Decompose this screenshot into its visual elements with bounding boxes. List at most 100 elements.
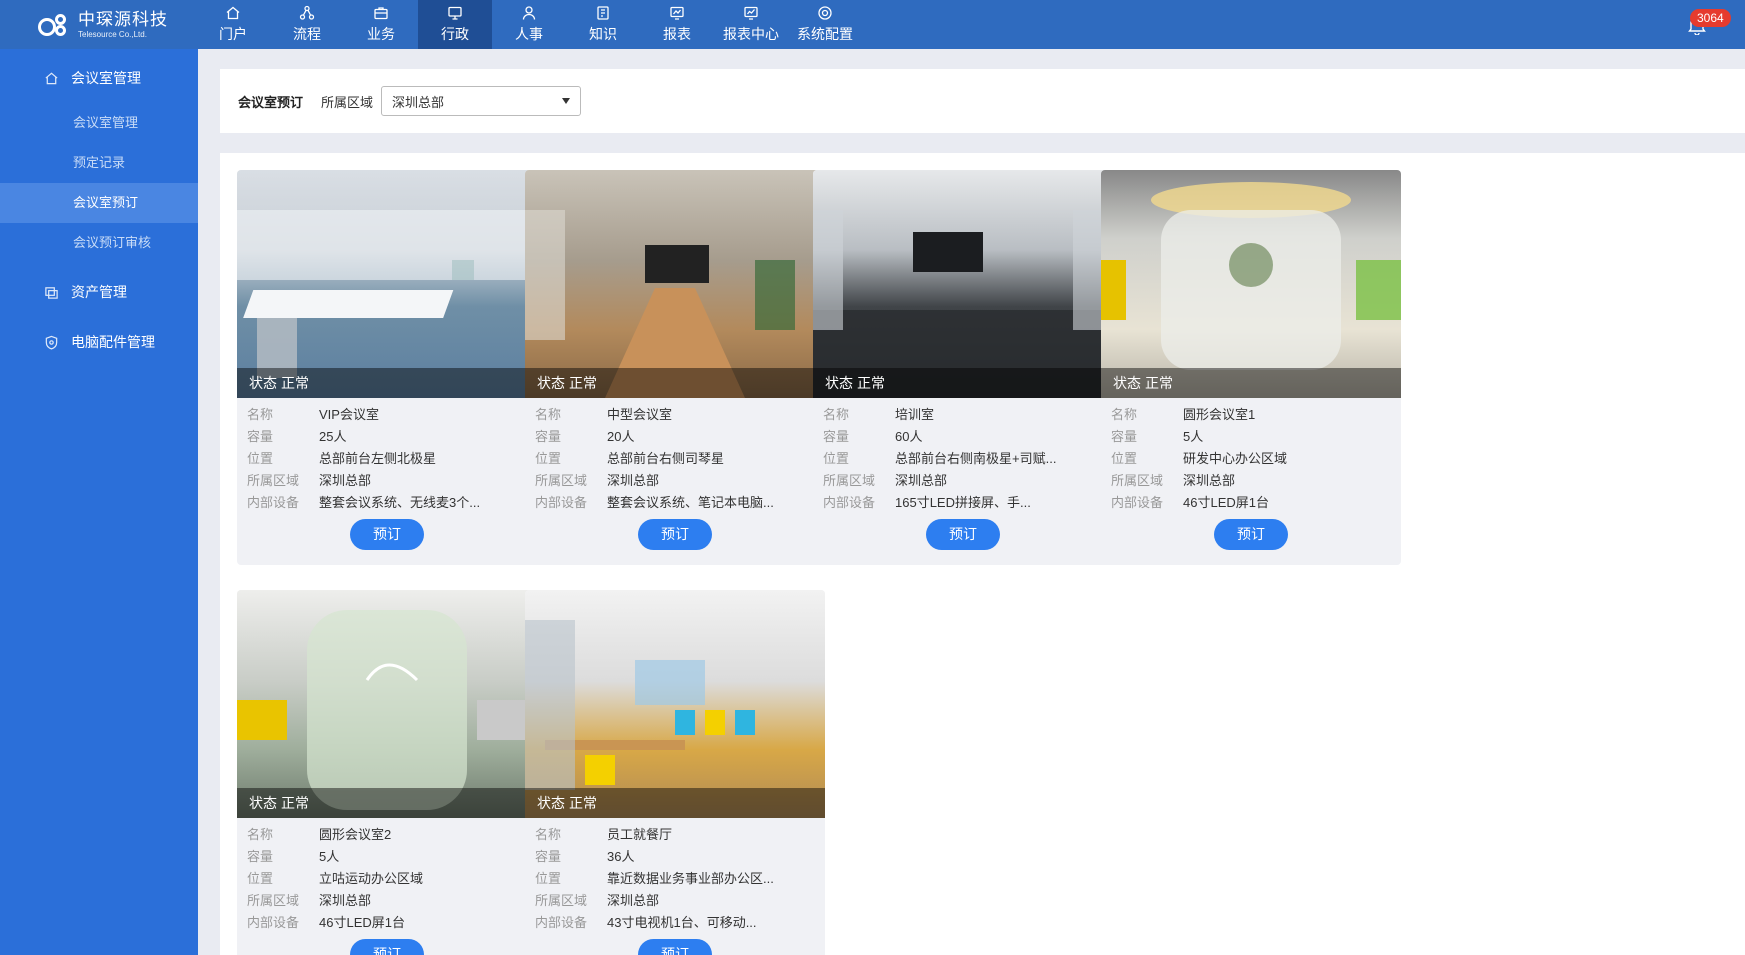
nav-label: 系统配置 [797,26,853,42]
nav-label: 报表中心 [723,26,779,42]
field-label: 内部设备 [1111,495,1164,510]
room-region: 深圳总部 [319,893,372,908]
room-photo[interactable]: 状态 正常 [525,590,825,818]
field-label: 容量 [1111,429,1138,444]
nav-item-report[interactable]: 报表 [640,0,714,49]
room-region: 深圳总部 [1183,473,1236,488]
field-label: 容量 [535,429,562,444]
report-icon [669,5,685,21]
sidebar-item-booking-review[interactable]: 会议预订审核 [0,223,198,263]
book-button[interactable]: 预订 [1214,519,1288,550]
room-location: 立咕运动办公区域 [319,871,424,886]
field-label: 内部设备 [535,495,588,510]
brand-name: 中琛源科技 [78,9,168,29]
workflow-icon [299,5,315,21]
room-card-grid: 状态 正常 名称 VIP会议室 容量 25人 位置 总部前台左侧北极星 所属区域 深圳总部… [220,153,1745,955]
region-select[interactable]: 深圳总部 [381,86,582,116]
nav-item-system-config[interactable]: 系统配置 [788,0,862,49]
room-region: 深圳总部 [319,473,372,488]
nav-item-admin[interactable]: 行政 [418,0,492,49]
nav-item-hr[interactable]: 人事 [492,0,566,49]
room-card: 状态 正常 名称 员工就餐厅 容量 36人 位置 靠近数据业务事业部办公区... 所属区… [525,590,825,955]
field-label: 名称 [247,407,274,422]
room-name: 圆形会议室2 [319,827,392,842]
room-photo[interactable]: 状态 正常 [813,170,1113,398]
field-label: 所属区域 [823,473,876,488]
nav-label: 知识 [589,26,617,42]
book-button[interactable]: 预订 [350,939,424,955]
sidebar-group-pc-parts[interactable]: 电脑配件管理 [0,317,198,367]
sidebar-group-label: 电脑配件管理 [71,334,155,350]
room-capacity: 36人 [607,849,635,864]
shield-icon [45,335,58,350]
room-capacity: 25人 [319,429,347,444]
room-photo[interactable]: 状态 正常 [525,170,825,398]
room-equipment: 46寸LED屏1台 [1183,495,1269,510]
logo-mark-icon [38,12,74,38]
room-status: 状态 正常 [813,368,1113,398]
book-button[interactable]: 预订 [926,519,1000,550]
book-button[interactable]: 预订 [638,519,712,550]
room-name: 员工就餐厅 [607,827,673,842]
chart-icon [743,5,759,21]
field-label: 名称 [247,827,274,842]
nav-item-report-center[interactable]: 报表中心 [714,0,788,49]
nav-label: 行政 [441,26,469,42]
field-label: 所属区域 [535,893,588,908]
sidebar-group-meeting-room[interactable]: 会议室管理 [0,53,198,103]
home-icon [225,5,241,21]
nav-item-business[interactable]: 业务 [344,0,418,49]
room-location: 总部前台左侧北极星 [319,451,437,466]
top-navbar: 中琛源科技 Telesource Co.,Ltd. 门户 流程 业务 行政 人事… [0,0,1745,49]
page-title: 会议室预订 [238,94,304,110]
field-label: 名称 [823,407,850,422]
room-card: 状态 正常 名称 VIP会议室 容量 25人 位置 总部前台左侧北极星 所属区域 深圳总部… [237,170,537,565]
asset-icon [45,286,58,299]
room-photo[interactable]: 状态 正常 [237,170,537,398]
home-icon [45,72,58,84]
brand-english: Telesource Co.,Ltd. [78,29,147,39]
region-select-value: 深圳总部 [392,94,445,110]
nav-item-knowledge[interactable]: 知识 [566,0,640,49]
field-label: 位置 [535,451,562,466]
field-label: 容量 [247,849,274,864]
room-card: 状态 正常 名称 圆形会议室1 容量 5人 位置 研发中心办公区域 所属区域 深圳总部 内… [1101,170,1401,565]
brand-logo[interactable]: 中琛源科技 Telesource Co.,Ltd. [0,0,196,49]
room-capacity: 5人 [1183,429,1204,444]
room-region: 深圳总部 [895,473,948,488]
room-name: 圆形会议室1 [1183,407,1256,422]
field-label: 内部设备 [535,915,588,930]
room-card: 状态 正常 名称 圆形会议室2 容量 5人 位置 立咕运动办公区域 所属区域 深圳总部 内… [237,590,537,955]
settings-icon [817,5,833,21]
person-icon [521,5,537,21]
field-label: 名称 [535,407,562,422]
briefcase-icon [373,5,389,21]
room-location: 靠近数据业务事业部办公区... [607,871,774,886]
notification-badge[interactable]: 3064 [1690,9,1731,27]
chevron-down-icon [562,98,571,104]
book-button[interactable]: 预订 [350,519,424,550]
sidebar-item-booking-records[interactable]: 预定记录 [0,143,198,183]
filter-bar: 会议室预订 所属区域 深圳总部 [220,69,1745,133]
nav-label: 流程 [293,26,321,42]
room-photo[interactable]: 状态 正常 [237,590,537,818]
field-label: 容量 [247,429,274,444]
room-status: 状态 正常 [1101,368,1401,398]
book-button[interactable]: 预订 [638,939,712,955]
field-label: 位置 [247,871,274,886]
room-capacity: 60人 [895,429,923,444]
room-photo[interactable]: 状态 正常 [1101,170,1401,398]
nav-item-workflow[interactable]: 流程 [270,0,344,49]
sidebar-item-room-booking[interactable]: 会议室预订 [0,183,198,223]
nav-label: 人事 [515,26,543,42]
room-capacity: 20人 [607,429,635,444]
sidebar-item-room-management[interactable]: 会议室管理 [0,103,198,143]
field-label: 内部设备 [247,915,300,930]
sidebar-group-asset[interactable]: 资产管理 [0,267,198,317]
field-label: 位置 [247,451,274,466]
room-location: 总部前台右侧南极星+司赋... [895,451,1057,466]
room-location: 总部前台右侧司琴星 [607,451,725,466]
nav-item-portal[interactable]: 门户 [196,0,270,49]
field-label: 内部设备 [247,495,300,510]
nav-label: 业务 [367,26,395,42]
